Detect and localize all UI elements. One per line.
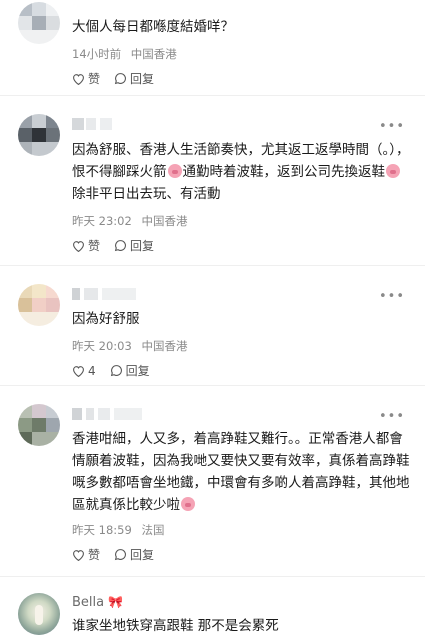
reply-label: 回复 [130,72,155,86]
like-button[interactable]: 4 [72,364,96,378]
like-count: 4 [88,363,96,378]
comment-time: 14小时前 [72,47,122,61]
comment-meta: 14小时前 中国香港 [72,46,177,62]
avatar[interactable] [18,114,60,156]
ellipsis-icon[interactable]: ••• [379,410,405,423]
pig-face-emoji [167,164,182,178]
like-button[interactable]: 赞 [72,70,100,87]
reply-button[interactable]: 回复 [114,237,154,254]
ellipsis-icon[interactable]: ••• [379,120,405,133]
avatar[interactable] [18,284,60,326]
comment-location: 法国 [141,523,165,537]
heart-icon [73,240,84,252]
comment-5: Bella 🎀 谁家坐地铁穿高跟鞋 那不是会累死 [0,577,425,641]
comment-actions: 赞 回复 [72,70,168,87]
comment-actions: 4 回复 [72,362,164,379]
comment-bubble-icon [114,73,126,85]
comment-2: ••• 因為舒服、香港人生活節奏快，尤其返工返學時間（。），恨不得腳踩火箭 通勤時… [0,96,425,266]
comment-location: 中国香港 [141,214,188,228]
comment-bubble-icon [114,549,126,561]
comment-time: 昨天 23:02 [72,214,132,228]
comment-meta: 昨天 23:02 中国香港 [72,213,187,229]
comment-bubble-icon [110,365,122,377]
comment-meta: 昨天 18:59 法国 [72,522,164,538]
username[interactable]: Bella 🎀 [72,595,123,610]
comment-text: 香港咁細，人又多，着高踭鞋又難行。。正常香港人都會情願着波鞋，因為我哋又要快又要… [72,431,410,513]
comment-time: 昨天 20:03 [72,339,132,353]
heart-icon [73,365,84,377]
comment-meta: 昨天 20:03 中国香港 [72,338,187,354]
comment-3: ••• 因為好舒服 昨天 20:03 中国香港 4 回复 [0,266,425,386]
comment-location: 中国香港 [130,47,177,61]
comment-actions: 赞 回复 [72,546,168,563]
like-label: 赞 [88,239,101,253]
comment-text: 大個人每日都喺度結婚咩？ [72,19,234,35]
comment-1: 大個人每日都喺度結婚咩？ 14小时前 中国香港 赞 回复 [0,0,425,92]
reply-label: 回复 [130,239,155,253]
reply-button[interactable]: 回复 [114,546,154,563]
like-label: 赞 [88,548,101,562]
username-blurred[interactable] [72,288,142,300]
reply-label: 回复 [125,364,150,378]
avatar[interactable] [18,2,60,44]
reply-label: 回复 [130,548,155,562]
heart-icon [73,549,84,561]
avatar[interactable] [18,404,60,446]
comment-bubble-icon [114,240,126,252]
comment-text: 因為好舒服 [72,311,140,327]
pig-face-emoji [386,164,400,178]
reply-button[interactable]: 回复 [110,362,150,379]
reply-button[interactable]: 回复 [114,70,154,87]
ellipsis-icon[interactable]: ••• [379,290,405,303]
comment-4: ••• 香港咁細，人又多，着高踭鞋又難行。。正常香港人都會情願着波鞋，因為我哋又… [0,386,425,576]
comment-actions: 赞 回复 [72,237,168,254]
avatar[interactable] [18,593,60,635]
comment-location: 中国香港 [141,339,188,353]
like-button[interactable]: 赞 [72,546,100,563]
like-button[interactable]: 赞 [72,237,100,254]
username-blurred[interactable] [72,408,144,420]
like-label: 赞 [88,72,101,86]
comment-text: 谁家坐地铁穿高跟鞋 那不是会累死 [72,618,279,634]
username-blurred[interactable] [72,118,132,130]
pig-face-emoji [181,497,195,511]
heart-icon [73,73,84,85]
comment-text: 因為舒服、香港人生活節奏快，尤其返工返學時間（。），恨不得腳踩火箭 通勤時着波鞋，… [72,142,410,202]
comment-time: 昨天 18:59 [72,523,132,537]
bow-emoji: 🎀 [108,595,124,609]
